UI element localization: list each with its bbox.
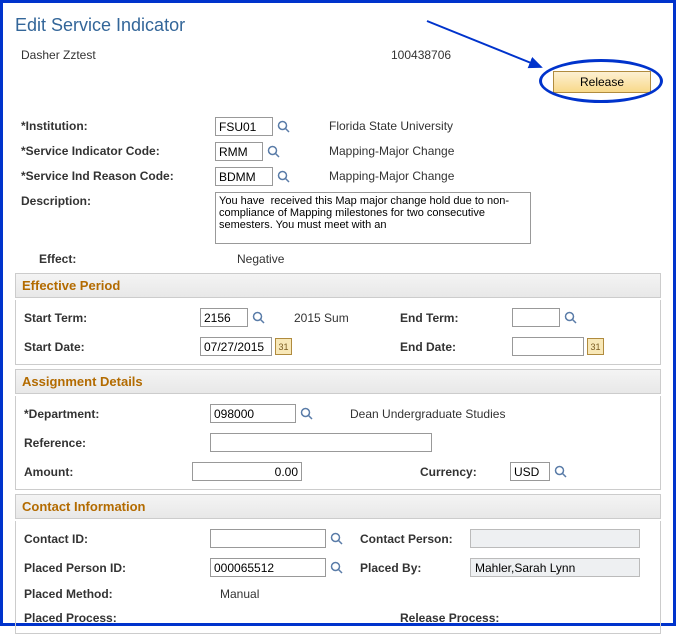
placed-method-value: Manual — [220, 587, 259, 601]
section-effective-period: Effective Period — [15, 273, 661, 298]
placed-by-label: Placed By: — [360, 561, 470, 575]
end-term-input[interactable] — [512, 308, 560, 327]
currency-label: Currency: — [420, 465, 510, 479]
reference-input[interactable] — [210, 433, 432, 452]
end-date-label: End Date: — [400, 340, 512, 354]
section-contact-info: Contact Information — [15, 494, 661, 519]
institution-display: Florida State University — [325, 117, 453, 133]
lookup-icon[interactable] — [329, 531, 344, 546]
amount-input[interactable] — [192, 462, 302, 481]
amount-label: Amount: — [20, 465, 192, 479]
contact-person-field — [470, 529, 640, 548]
department-label: *Department: — [20, 407, 210, 421]
currency-input[interactable] — [510, 462, 550, 481]
page-title: Edit Service Indicator — [15, 15, 665, 36]
reason-code-label: *Service Ind Reason Code: — [15, 167, 215, 183]
student-id: 100438706 — [391, 48, 491, 62]
effect-value: Negative — [233, 250, 284, 266]
department-display: Dean Undergraduate Studies — [350, 407, 505, 421]
release-process-label: Release Process: — [400, 611, 540, 625]
placed-method-label: Placed Method: — [20, 587, 220, 601]
start-date-input[interactable] — [200, 337, 272, 356]
lookup-icon[interactable] — [251, 310, 266, 325]
institution-input[interactable] — [215, 117, 273, 136]
end-term-label: End Term: — [400, 311, 512, 325]
contact-person-label: Contact Person: — [360, 532, 470, 546]
end-date-input[interactable] — [512, 337, 584, 356]
lookup-icon[interactable] — [329, 560, 344, 575]
placed-by-field — [470, 558, 640, 577]
lookup-icon[interactable] — [553, 464, 568, 479]
contact-id-label: Contact ID: — [20, 532, 210, 546]
start-date-label: Start Date: — [20, 340, 200, 354]
lookup-icon[interactable] — [276, 119, 291, 134]
placed-person-id-label: Placed Person ID: — [20, 561, 210, 575]
lookup-icon[interactable] — [266, 144, 281, 159]
start-term-label: Start Term: — [20, 311, 200, 325]
placed-person-id-input[interactable] — [210, 558, 326, 577]
student-name: Dasher Zztest — [21, 48, 391, 62]
calendar-icon[interactable]: 31 — [275, 338, 292, 355]
contact-id-input[interactable] — [210, 529, 326, 548]
annotation-ring — [539, 59, 663, 103]
effect-label: Effect: — [15, 250, 233, 266]
lookup-icon[interactable] — [563, 310, 578, 325]
svc-code-label: *Service Indicator Code: — [15, 142, 215, 158]
calendar-icon[interactable]: 31 — [587, 338, 604, 355]
description-label: Description: — [15, 192, 215, 208]
section-assignment-details: Assignment Details — [15, 369, 661, 394]
placed-process-label: Placed Process: — [20, 611, 220, 625]
reason-code-display: Mapping-Major Change — [325, 167, 454, 183]
svc-code-input[interactable] — [215, 142, 263, 161]
start-term-input[interactable] — [200, 308, 248, 327]
reference-label: Reference: — [20, 436, 210, 450]
svc-code-display: Mapping-Major Change — [325, 142, 454, 158]
lookup-icon[interactable] — [276, 169, 291, 184]
start-term-display: 2015 Sum — [266, 311, 349, 325]
description-textarea[interactable] — [215, 192, 531, 244]
institution-label: *Institution: — [15, 117, 215, 133]
department-input[interactable] — [210, 404, 296, 423]
reason-code-input[interactable] — [215, 167, 273, 186]
lookup-icon[interactable] — [299, 406, 314, 421]
